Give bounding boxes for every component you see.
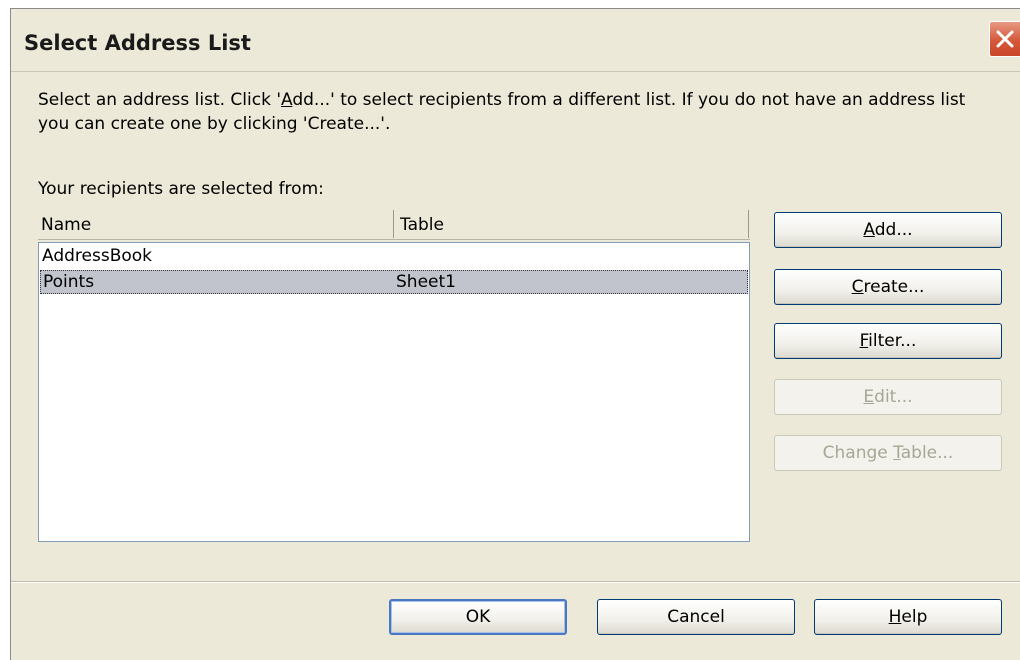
row-table: Sheet1 [396,272,456,292]
list-row-addressbook[interactable]: AddressBook [40,245,748,269]
ok-button[interactable]: OK [389,599,567,635]
change-table-button[interactable]: Change Table... [774,435,1002,471]
create-button[interactable]: Create... [774,269,1002,305]
filter-button[interactable]: Filter... [774,323,1002,359]
column-header-name[interactable]: Name [41,215,91,235]
list-row-points[interactable]: Points Sheet1 [40,270,748,294]
select-address-list-dialog: Select Address List Select an address li… [10,8,1020,660]
column-divider[interactable] [393,210,394,238]
address-list-table: Name Table AddressBook Points Sheet1 [38,207,750,542]
column-divider[interactable] [748,210,749,238]
add-button[interactable]: Add... [774,212,1002,248]
list-body[interactable]: AddressBook Points Sheet1 [38,242,750,542]
recipients-selected-label: Your recipients are selected from: [38,179,324,199]
footer-divider-highlight [11,582,1020,583]
help-button[interactable]: Help [814,599,1002,635]
edit-button[interactable]: Edit... [774,379,1002,415]
list-header: Name Table [38,207,750,240]
column-header-table[interactable]: Table [400,215,444,235]
row-name: AddressBook [42,246,153,266]
intro-text: Select an address list. Click 'Add...' t… [38,90,966,134]
cancel-button[interactable]: Cancel [597,599,795,635]
close-icon [996,30,1014,48]
dialog-title: Select Address List [24,31,251,55]
title-bar[interactable]: Select Address List [11,9,1020,72]
row-name: Points [43,272,95,292]
close-button[interactable] [989,21,1020,57]
